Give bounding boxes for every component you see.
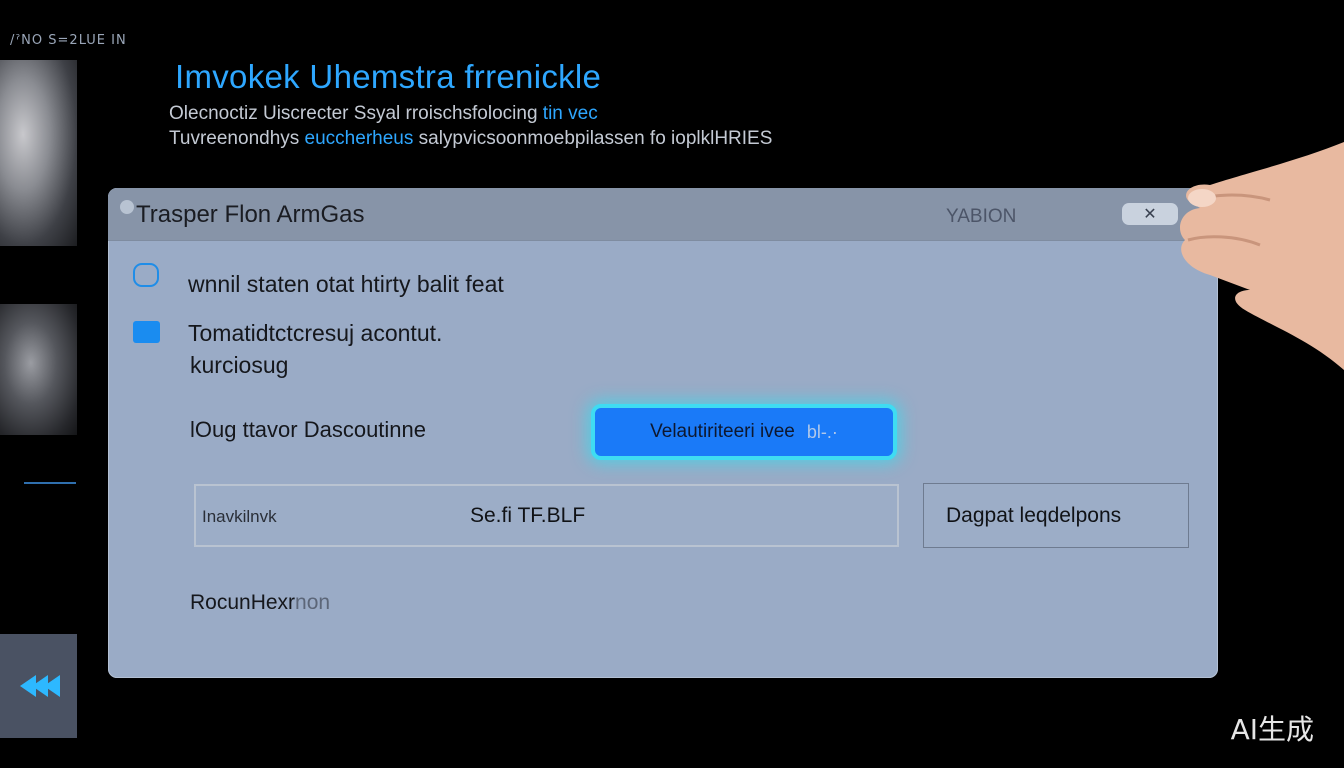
- text-input-field[interactable]: Inavkilnvk Se.fi TF.BLF: [194, 484, 899, 547]
- hand-pointer-image: [1180, 142, 1344, 370]
- footer-link-text: RocunHexr: [190, 591, 296, 614]
- thumbnail-divider: [24, 482, 76, 484]
- secondary-button[interactable]: Dagpat leqdelpons: [923, 483, 1189, 548]
- primary-button-suffix: bl-.·: [806, 421, 838, 442]
- footer-link[interactable]: RocunHexrnon: [190, 591, 330, 615]
- subtitle-2-text-c: salypvicsoonmoebpilassen fo ioplklHRIES: [413, 128, 773, 149]
- page-title: Imvokek Uhemstra frrenickle: [175, 58, 602, 95]
- breadcrumb: /ˀNO S=2LUE IN: [10, 33, 127, 48]
- field-label: lOug ttavor Dascoutinne: [190, 417, 427, 442]
- option-1-label: wnnil staten otat htirty balit feat: [188, 271, 504, 297]
- dialog: Trasper Flon ArmGas YABION ✕ wnnil state…: [108, 188, 1218, 678]
- subtitle-1-accent: tin vec: [542, 103, 598, 124]
- primary-button[interactable]: Velautiriteeri ivee bl-.·: [591, 404, 897, 460]
- input-label: Inavkilnvk: [202, 507, 277, 526]
- dialog-app-icon: [120, 200, 134, 214]
- option-1-radio[interactable]: [133, 263, 159, 287]
- dialog-title: Trasper Flon ArmGas: [136, 201, 365, 228]
- watermark: AI生成: [1230, 713, 1314, 746]
- page-subtitle-2: Tuvreenondhys euccherheus salypvicsoonmo…: [169, 128, 772, 150]
- subtitle-2-accent: euccherheus: [304, 128, 414, 149]
- page-subtitle-1: Olecnoctiz Uiscrecter Ssyal rroischsfolo…: [169, 103, 598, 125]
- option-2-sublabel: kurciosug: [190, 352, 289, 378]
- back-arrows-icon: [19, 675, 60, 697]
- primary-button-label: Velautiriteeri ivee: [650, 421, 795, 442]
- thumbnail-nav[interactable]: [0, 634, 77, 738]
- thumbnail-image-1[interactable]: [0, 60, 77, 246]
- subtitle-2-text-a: Tuvreenondhys: [169, 128, 305, 149]
- option-2-checkbox[interactable]: [133, 321, 160, 343]
- secondary-button-label: Dagpat leqdelpons: [946, 503, 1122, 527]
- dialog-header: Trasper Flon ArmGas YABION ✕: [108, 188, 1218, 241]
- input-value: Se.fi TF.BLF: [470, 504, 586, 527]
- footer-link-faded: non: [295, 591, 331, 614]
- header-link[interactable]: YABION: [946, 206, 1016, 228]
- thumbnail-image-2[interactable]: [0, 304, 77, 435]
- option-2-label: Tomatidtctcresuj acontut.: [188, 320, 443, 346]
- subtitle-1-text: Olecnoctiz Uiscrecter Ssyal rroischsfolo…: [169, 103, 543, 124]
